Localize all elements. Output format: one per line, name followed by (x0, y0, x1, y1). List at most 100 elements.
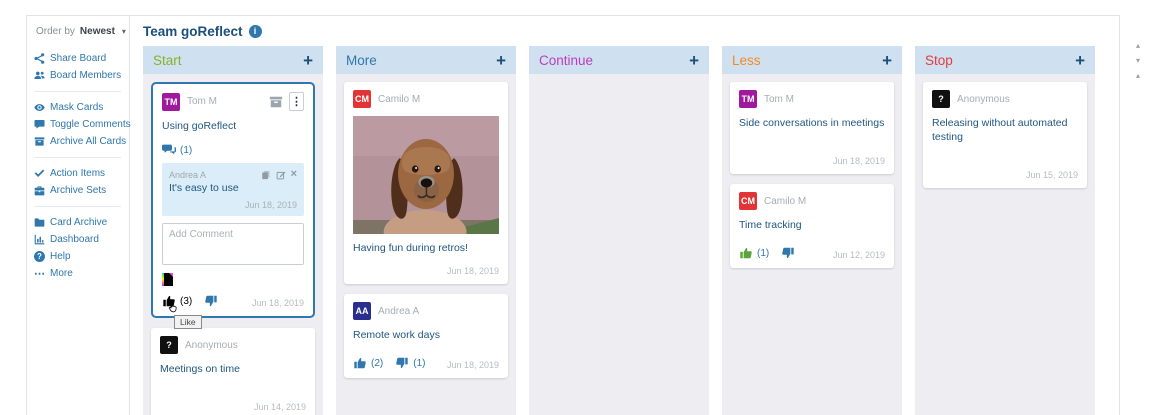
sidebar-divider (34, 206, 121, 207)
comments-icon (162, 144, 176, 155)
archive-all-icon (34, 137, 45, 146)
add-card-button[interactable]: + (496, 52, 506, 69)
action-items-icon (34, 169, 45, 177)
card-author: Tom M (764, 93, 794, 105)
info-icon[interactable]: i (248, 24, 262, 38)
sidebar-item-archive-all-cards[interactable]: Archive All Cards (34, 133, 129, 150)
card-text: Side conversations in meetings (739, 117, 885, 129)
comment: Andrea A × It's easy to use Jun 18, 2019 (162, 163, 304, 217)
dislikes-count: (1) (413, 357, 426, 369)
card-date: Jun 15, 2019 (1025, 170, 1078, 181)
column-body-less: TM Tom M Side conversations in meetings … (722, 74, 902, 415)
add-comment-input[interactable] (162, 223, 304, 266)
card-text: Time tracking (739, 219, 802, 232)
sidebar-item-board-members[interactable]: Board Members (34, 67, 129, 84)
sidebar-item-card-archive[interactable]: Card Archive (34, 214, 129, 231)
avatar: TM (739, 90, 757, 108)
more-icon: ⋯ (34, 268, 45, 280)
add-card-button[interactable]: + (303, 52, 313, 69)
sidebar-item-label: Dashboard (50, 234, 99, 245)
help-icon: ? (34, 251, 45, 262)
column-name: Start (153, 52, 182, 68)
comments-toggle[interactable]: (1) (162, 143, 304, 157)
sidebar-divider (34, 91, 121, 92)
sidebar-item-label: Action Items (50, 168, 106, 179)
card-author: Camilo M (764, 195, 807, 207)
sidebar-item-mask-cards[interactable]: Mask Cards (34, 99, 129, 116)
scroll-up-icon[interactable]: ▴ (1136, 72, 1140, 80)
board-members-icon (34, 71, 45, 79)
toggle-comments-icon (34, 120, 45, 129)
archive-card-icon[interactable] (269, 95, 283, 109)
card-menu-button[interactable]: ⋮ (289, 92, 304, 111)
card-having-fun[interactable]: CM Camilo M Having fun during retros! Ju… (344, 82, 508, 284)
sidebar-item-help[interactable]: ? Help (34, 248, 129, 265)
chevron-down-icon: ▾ (121, 27, 126, 36)
card-date: Jun 18, 2019 (832, 156, 885, 167)
giphy-gif-button[interactable] (162, 273, 173, 287)
card-author: Anonymous (185, 339, 238, 351)
sidebar-item-action-items[interactable]: Action Items (34, 165, 129, 182)
add-card-button[interactable]: + (882, 52, 892, 69)
scroll-down-icon[interactable]: ▾ (1136, 57, 1140, 65)
comment-text: It's easy to use (169, 182, 239, 195)
sidebar-item-toggle-comments[interactable]: Toggle Comments (34, 116, 131, 133)
card-text: Remote work days (353, 329, 440, 341)
avatar: ? (932, 90, 950, 108)
board-title-row: Team goReflect i (130, 16, 1119, 46)
column-name: Continue (539, 52, 594, 68)
share-icon (34, 53, 45, 64)
copy-comment-icon[interactable] (261, 170, 271, 180)
card-archive-icon (34, 218, 45, 227)
comment-date: Jun 18, 2019 (244, 200, 297, 211)
card-time-tracking[interactable]: CM Camilo M Time tracking (1) Jun 12, 20… (730, 184, 894, 269)
mask-eye-icon (34, 104, 45, 111)
card-date: Jun 18, 2019 (251, 298, 304, 309)
thumb-up-icon[interactable] (162, 294, 176, 308)
thumb-down-icon[interactable] (204, 294, 218, 308)
column-name: Less (732, 52, 761, 68)
likes-count: (1) (757, 247, 770, 259)
thumb-up-icon[interactable] (353, 356, 367, 370)
card-meetings-on-time[interactable]: ? Anonymous Meetings on time Jun 14, 201… (151, 328, 315, 415)
add-card-button[interactable]: + (1075, 52, 1085, 69)
add-card-button[interactable]: + (689, 52, 699, 69)
likes-count: (3) (180, 295, 193, 307)
kebab-icon: ⋮ (291, 96, 302, 108)
column-continue: Continue + (529, 46, 709, 415)
card-text: Having fun during retros! (353, 242, 468, 254)
card-text: Meetings on time (160, 363, 240, 376)
column-name: More (346, 52, 377, 68)
avatar: ? (160, 336, 178, 355)
vertical-scrollbar[interactable]: ▴ ▾ ▴ (1132, 42, 1144, 80)
scroll-up-icon[interactable]: ▴ (1136, 42, 1140, 50)
edit-comment-icon[interactable] (276, 170, 286, 180)
sidebar-item-more[interactable]: ⋯ More (34, 265, 129, 282)
card-side-conversations[interactable]: TM Tom M Side conversations in meetings … (730, 82, 894, 175)
likes-count: (2) (371, 357, 384, 369)
sidebar-item-share-board[interactable]: Share Board (34, 50, 129, 67)
card-date: Jun 12, 2019 (832, 250, 885, 261)
card-author: Tom M (187, 96, 217, 107)
card-remote-work-days[interactable]: AA Andrea A Remote work days (2) (1) Jun… (344, 294, 508, 379)
order-by-dropdown[interactable]: Order by Newest ▾ (36, 26, 129, 37)
column-body-start: TM Tom M ⋮ Using goReflect (1) Andrea A … (143, 74, 323, 415)
card-releasing-without-testing[interactable]: ? Anonymous Releasing without automated … (923, 82, 1087, 189)
thumb-down-icon[interactable] (395, 356, 409, 370)
column-body-stop: ? Anonymous Releasing without automated … (915, 74, 1095, 415)
card-using-goreflect[interactable]: TM Tom M ⋮ Using goReflect (1) Andrea A … (151, 82, 315, 330)
thumb-up-icon-active[interactable] (739, 246, 753, 260)
order-by-value: Newest (79, 26, 115, 37)
sidebar-item-archive-sets[interactable]: Archive Sets (34, 182, 129, 199)
board: Team goReflect i Start + TM Tom M ⋮ Usin… (130, 16, 1119, 415)
sidebar-item-dashboard[interactable]: Dashboard (34, 231, 129, 248)
column-header-stop: Stop + (915, 46, 1095, 74)
column-header-less: Less + (722, 46, 902, 74)
sidebar-item-label: Card Archive (50, 217, 108, 228)
comment-author: Andrea A (169, 169, 207, 180)
card-author: Andrea A (378, 305, 420, 317)
card-text: Using goReflect (162, 120, 237, 132)
card-date: Jun 14, 2019 (253, 402, 306, 413)
thumb-down-icon[interactable] (781, 246, 795, 260)
delete-comment-icon[interactable]: × (291, 169, 297, 180)
